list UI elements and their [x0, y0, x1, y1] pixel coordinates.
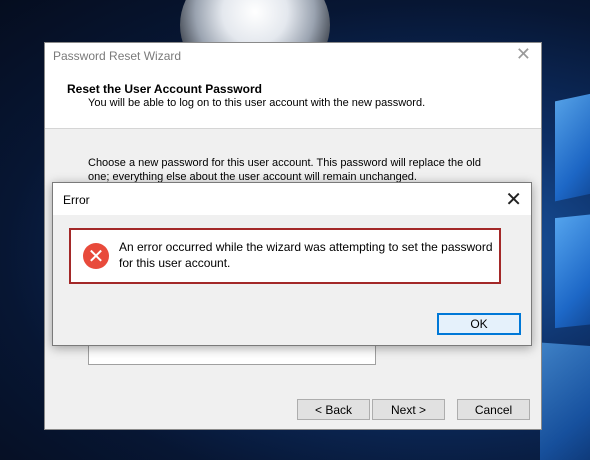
error-titlebar[interactable]: Error ✕: [53, 183, 531, 215]
wizard-header-subtitle: You will be able to log on to this user …: [88, 97, 426, 109]
close-icon[interactable]: ✕: [505, 189, 522, 209]
cancel-button[interactable]: Cancel: [457, 399, 530, 420]
wallpaper-light-panel: [555, 211, 590, 329]
wizard-titlebar[interactable]: Password Reset Wizard ✕: [45, 43, 541, 70]
next-button[interactable]: Next >: [372, 399, 445, 420]
error-x-icon: ✕: [83, 243, 109, 269]
wizard-title: Password Reset Wizard: [53, 49, 182, 63]
wallpaper-light-panel: [540, 342, 590, 460]
wallpaper-light-panel: [555, 88, 590, 202]
error-message-box: ✕ An error occurred while the wizard was…: [69, 228, 501, 284]
confirm-password-input[interactable]: [88, 343, 376, 365]
error-dialog: Error ✕ ✕ An error occurred while the wi…: [52, 182, 532, 346]
error-title: Error: [63, 193, 90, 207]
wizard-description: Choose a new password for this user acco…: [88, 157, 481, 183]
back-button[interactable]: < Back: [297, 399, 370, 420]
ok-button[interactable]: OK: [437, 313, 521, 335]
close-icon[interactable]: ✕: [516, 46, 531, 64]
wizard-header: Reset the User Account Password You will…: [45, 70, 541, 129]
error-message: An error occurred while the wizard was a…: [119, 240, 493, 270]
wizard-header-title: Reset the User Account Password: [67, 82, 262, 96]
